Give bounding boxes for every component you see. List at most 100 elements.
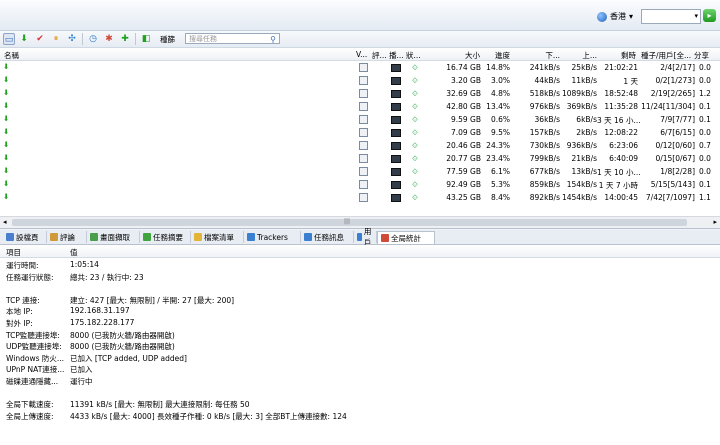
download-speed-cell: 799kB/s bbox=[529, 154, 560, 163]
list-row[interactable]: ⬇Hayate no Gotoku! Cuties [BDRip 1920x10… bbox=[0, 139, 720, 152]
tab-comment[interactable]: 評論 bbox=[47, 231, 87, 243]
progress-cell: 5.3% bbox=[490, 180, 510, 189]
eta-cell: 3 天 16 小... bbox=[597, 116, 641, 125]
check-icon[interactable]: ✔ bbox=[34, 33, 46, 45]
monitor-icon bbox=[391, 103, 401, 111]
checkbox-icon[interactable] bbox=[359, 102, 368, 111]
checkbox-icon[interactable] bbox=[359, 128, 368, 137]
stat-value: 192.168.31.197 bbox=[70, 306, 130, 316]
ratio-cell: 0.1 bbox=[699, 102, 711, 111]
checkbox-icon[interactable] bbox=[359, 141, 368, 150]
settings-icon[interactable]: ✣ bbox=[66, 33, 78, 45]
eta-cell: 1 天 bbox=[623, 77, 638, 86]
seeds-cell: 5/15[5/143] bbox=[650, 180, 695, 189]
list-row[interactable]: ⬇[LowPower-Raws] Ansatsu Kyoushitsu (BD … bbox=[0, 87, 720, 100]
torrent-list: 名稱 V... 評... 播... 狀... 大小 進度 下... 上... 剩時 種子/用戶[全.… bbox=[0, 48, 720, 229]
seeds-cell: 0/15[0/67] bbox=[655, 154, 695, 163]
list-row[interactable]: ⬇Hayate no Gotoku! Can't Take My Eyes Of… bbox=[0, 152, 720, 165]
download-status-icon: ⬇ bbox=[3, 75, 10, 84]
column-header[interactable]: V... bbox=[356, 50, 367, 59]
seeds-cell: 1/8[2/28] bbox=[660, 167, 695, 176]
column-header[interactable]: 種子/用戶[全... bbox=[641, 50, 691, 61]
search-icon[interactable]: ⚲ bbox=[270, 34, 276, 45]
stat-value: 175.182.228.177 bbox=[70, 318, 135, 327]
stat-key: 本地 IP: bbox=[6, 307, 33, 317]
checkbox-icon[interactable] bbox=[359, 63, 368, 72]
top-bar: 香港 ▾ ▾ ▸ bbox=[0, 0, 720, 31]
tab-label: 設檔頁 bbox=[16, 232, 39, 242]
add-icon[interactable]: ✚ bbox=[119, 33, 131, 45]
status-icon: ⟐ bbox=[412, 167, 418, 176]
progress-cell: 23.4% bbox=[486, 154, 510, 163]
checkbox-icon[interactable] bbox=[359, 180, 368, 189]
ratio-cell: 1.2 bbox=[699, 89, 711, 98]
size-cell: 92.49 GB bbox=[446, 180, 481, 189]
list-row[interactable]: ⬇[ReinForce] GATE (BDRip 1920x1080 x264 … bbox=[0, 191, 720, 204]
tab-tracker[interactable]: Trackers bbox=[244, 231, 301, 243]
download-icon[interactable]: ⬇ bbox=[18, 33, 30, 45]
feed-icon[interactable]: ◧ bbox=[140, 33, 152, 45]
list-row[interactable]: ⬇[异域-11番小队][神是中学生 Kamichu][01-16][BDRIP]… bbox=[0, 74, 720, 87]
top-select[interactable]: ▾ bbox=[641, 9, 701, 24]
tab-user[interactable]: 用戶 bbox=[354, 227, 377, 247]
monitor-icon bbox=[391, 64, 401, 72]
checkbox-icon[interactable] bbox=[359, 154, 368, 163]
stat-key: Windows 防火... bbox=[6, 353, 65, 363]
search-input[interactable]: 搜尋任務 ⚲ bbox=[185, 33, 280, 44]
column-header[interactable]: 分享 bbox=[694, 50, 709, 61]
feeds-label[interactable]: 種篩 bbox=[160, 34, 175, 45]
view-icon[interactable]: ▭ bbox=[3, 33, 15, 45]
list-row[interactable]: ⬇[Moozzi2] Heidi Girl of the Alps - TV +… bbox=[0, 165, 720, 178]
seeds-cell: 6/7[6/15] bbox=[660, 128, 695, 137]
pause-icon[interactable]: ⏸ bbox=[50, 33, 62, 45]
list-row[interactable]: ⬇[adn]Boukyaku no Senritsu ⟐7.09 GB9.5%1… bbox=[0, 126, 720, 139]
tab-image[interactable]: 畫面擷取 bbox=[87, 231, 140, 243]
go-button[interactable]: ▸ bbox=[703, 9, 716, 22]
column-header[interactable]: 名稱 bbox=[4, 50, 19, 61]
checkbox-icon[interactable] bbox=[359, 167, 368, 176]
column-header[interactable]: 進度 bbox=[480, 50, 510, 61]
list-row[interactable]: ⬇High School D×D [http://open.touki.ru/]… bbox=[0, 178, 720, 191]
download-speed-cell: 518kB/s bbox=[529, 89, 560, 98]
pin-icon[interactable]: ✱ bbox=[103, 33, 115, 45]
column-header[interactable]: 狀... bbox=[406, 50, 421, 61]
checkbox-icon[interactable] bbox=[359, 89, 368, 98]
size-cell: 42.80 GB bbox=[446, 102, 481, 111]
size-cell: 16.74 GB bbox=[446, 63, 481, 72]
clock-icon[interactable]: ◷ bbox=[87, 33, 99, 45]
download-speed-cell: 36kB/s bbox=[534, 115, 560, 124]
tab-stats[interactable]: 全局統計 bbox=[377, 231, 435, 244]
download-status-icon: ⬇ bbox=[3, 88, 10, 97]
list-row[interactable]: ⬇K [BDrip 720p x264 AAC][10bit] ⟐9.59 GB… bbox=[0, 113, 720, 126]
seeds-cell: 0/2[1/273] bbox=[655, 76, 695, 85]
checkbox-icon[interactable] bbox=[359, 115, 368, 124]
column-header[interactable]: 下... bbox=[530, 50, 560, 61]
upload-speed-cell: 6kB/s bbox=[576, 115, 597, 124]
image-icon bbox=[90, 233, 98, 241]
tab-check[interactable]: 任務摘要 bbox=[140, 231, 191, 243]
language-selector[interactable]: 香港 ▾ bbox=[597, 11, 633, 22]
column-header[interactable]: 評... bbox=[372, 50, 387, 61]
checkbox-icon[interactable] bbox=[359, 193, 368, 202]
tab-file[interactable]: 設檔頁 bbox=[3, 231, 47, 243]
monitor-icon bbox=[391, 129, 401, 137]
horizontal-scrollbar[interactable]: ◂ ||| ▸ bbox=[0, 216, 720, 228]
column-header[interactable]: 播... bbox=[389, 50, 404, 61]
status-icon: ⟐ bbox=[412, 154, 418, 163]
scroll-left-icon[interactable]: ◂ bbox=[3, 218, 7, 226]
upload-speed-cell: 2kB/s bbox=[576, 128, 597, 137]
download-status-icon: ⬇ bbox=[3, 153, 10, 162]
status-icon: ⟐ bbox=[412, 180, 418, 189]
list-row[interactable]: ⬇[异域-11番小队][神是中学生 Kamichu][01-16][BDRIP]… bbox=[0, 61, 720, 74]
checkbox-icon[interactable] bbox=[359, 76, 368, 85]
eta-cell: 6:40:09 bbox=[609, 154, 638, 163]
tab-folder[interactable]: 檔案清單 bbox=[191, 231, 244, 243]
column-header[interactable]: 剩時 bbox=[606, 50, 636, 61]
column-header[interactable]: 上... bbox=[567, 50, 597, 61]
column-header[interactable]: 大小 bbox=[450, 50, 480, 61]
tab-info[interactable]: 任務訊息 bbox=[301, 231, 354, 243]
size-cell: 20.46 GB bbox=[446, 141, 481, 150]
list-row[interactable]: ⬇[VCB-Studio] Kyoukai Senjou no Horizon … bbox=[0, 100, 720, 113]
download-status-icon: ⬇ bbox=[3, 127, 10, 136]
scroll-right-icon[interactable]: ▸ bbox=[713, 218, 717, 226]
